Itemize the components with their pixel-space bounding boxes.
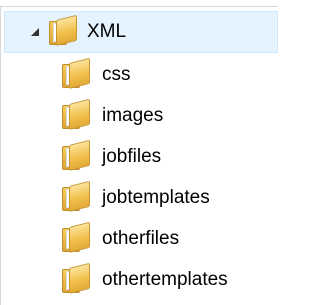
tree-node-label: css [102, 64, 131, 85]
tree-node-label: jobfiles [102, 146, 162, 167]
folder-icon [47, 14, 77, 46]
folder-icon [60, 262, 90, 294]
tree-frame-top-border [0, 6, 278, 7]
tree-node-label: jobtemplates [102, 187, 210, 208]
tree-node-images[interactable]: images [60, 96, 278, 136]
triangle-expanded-icon [31, 28, 39, 36]
tree-node-label: XML [87, 21, 127, 42]
folder-tree: XML css images jobfiles jobtemplates oth… [0, 0, 278, 305]
folder-icon-front [69, 98, 90, 130]
tree-node-css[interactable]: css [60, 55, 278, 95]
tree-node-jobfiles[interactable]: jobfiles [60, 137, 278, 177]
tree-node-xml[interactable]: XML [4, 11, 278, 53]
folder-icon [60, 180, 90, 212]
folder-icon-front [69, 57, 90, 89]
tree-node-label: images [102, 105, 164, 126]
folder-icon-front [69, 262, 90, 294]
folder-icon-front [69, 221, 90, 253]
tree-node-label: othertemplates [102, 269, 228, 290]
tree-frame-left-border [0, 6, 1, 305]
folder-icon [60, 139, 90, 171]
folder-icon [60, 221, 90, 253]
folder-icon [60, 98, 90, 130]
folder-icon-front [69, 139, 90, 171]
tree-node-otherfiles[interactable]: otherfiles [60, 219, 278, 259]
folder-icon-front [69, 180, 90, 212]
tree-node-label: otherfiles [102, 228, 180, 249]
tree-node-jobtemplates[interactable]: jobtemplates [60, 178, 278, 218]
folder-icon [60, 57, 90, 89]
folder-icon-front [56, 14, 77, 46]
tree-node-othertemplates[interactable]: othertemplates [60, 260, 278, 300]
expand-collapse-toggle[interactable] [25, 12, 45, 52]
